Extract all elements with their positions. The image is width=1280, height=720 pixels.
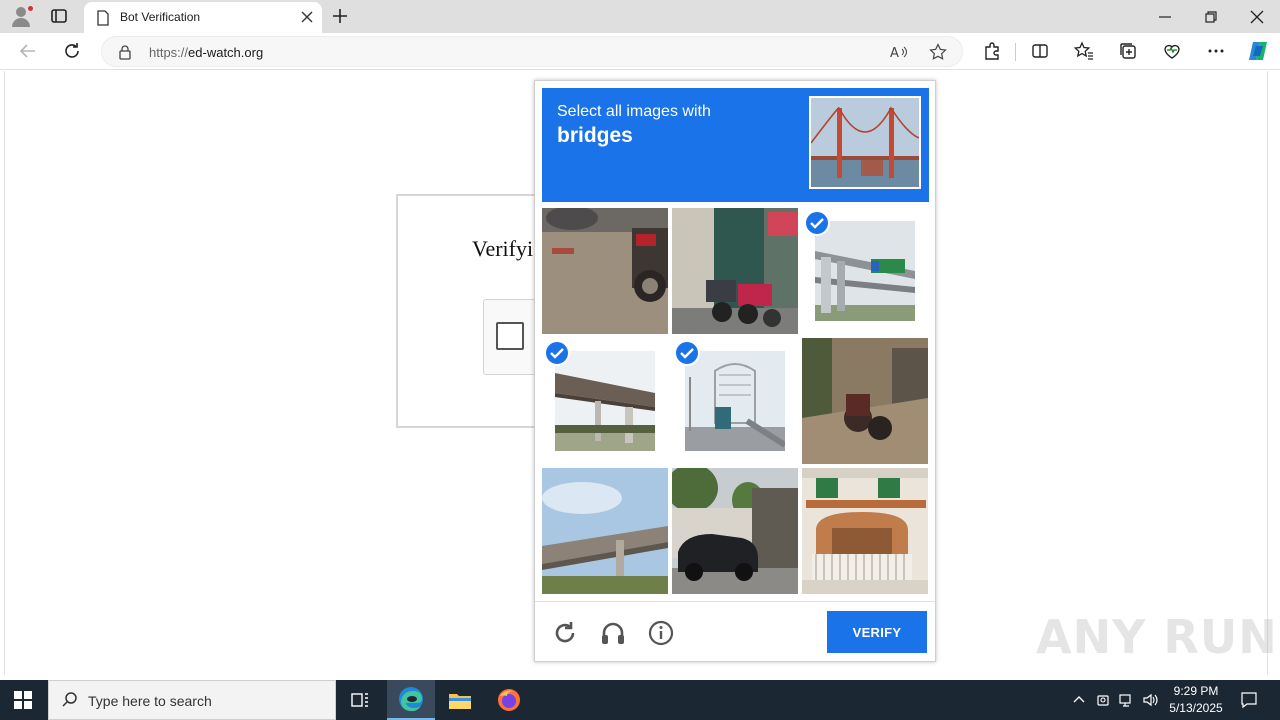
audio-challenge-icon[interactable] (599, 619, 627, 647)
chevron-up-icon[interactable] (1071, 692, 1087, 708)
task-view-icon[interactable] (346, 686, 374, 714)
profile-icon[interactable] (8, 4, 34, 28)
taskbar-search[interactable]: Type here to search (48, 680, 336, 720)
windows-start-icon[interactable] (14, 691, 32, 709)
svg-text:A: A (890, 46, 899, 60)
tab-actions-icon[interactable] (50, 7, 68, 25)
check-icon (804, 210, 830, 236)
back-icon[interactable] (18, 41, 38, 61)
image-tile[interactable] (672, 208, 798, 334)
performance-icon[interactable] (1162, 41, 1182, 61)
image-tile[interactable] (802, 208, 928, 334)
challenge-header: Select all images with bridges (542, 88, 929, 202)
info-icon[interactable] (647, 619, 675, 647)
edge-icon (399, 687, 423, 712)
favorites-icon[interactable] (1074, 41, 1094, 61)
check-icon (544, 340, 570, 366)
close-tab-icon[interactable] (300, 10, 314, 24)
minimize-icon[interactable] (1156, 8, 1174, 26)
more-icon[interactable] (1206, 41, 1226, 61)
challenge-keyword: bridges (557, 124, 633, 147)
notification-icon[interactable] (1240, 691, 1258, 709)
copilot-icon[interactable] (1246, 39, 1270, 63)
address-bar[interactable]: https://ed-watch.org A (101, 36, 963, 67)
restore-icon[interactable] (1202, 8, 1220, 26)
collections-icon[interactable] (1118, 41, 1138, 61)
new-tab-icon[interactable] (331, 7, 349, 25)
browser-tab-bar: Bot Verification (0, 0, 1280, 33)
extensions-icon[interactable] (982, 41, 1002, 61)
image-tile[interactable] (802, 468, 928, 594)
search-placeholder: Type here to search (88, 693, 212, 709)
check-icon (674, 340, 700, 366)
image-tile[interactable] (542, 338, 668, 464)
image-grid (542, 208, 930, 596)
clock-time: 9:29 PM (1173, 684, 1219, 698)
windows-taskbar: Type here to search 9:29 PM 5/13/2025 (0, 680, 1280, 720)
sample-image (809, 96, 921, 189)
captcha-checkbox[interactable] (496, 322, 524, 350)
image-tile[interactable] (542, 468, 668, 594)
footer-divider (535, 601, 935, 602)
anyrun-watermark: ANY RUN (1036, 610, 1278, 664)
close-window-icon[interactable] (1248, 8, 1266, 26)
search-icon (62, 692, 77, 707)
lock-icon[interactable] (118, 44, 132, 60)
challenge-prompt: Select all images with (557, 103, 711, 120)
verify-button[interactable]: VERIFY (827, 611, 927, 653)
read-aloud-icon[interactable]: A (890, 44, 908, 60)
image-tile[interactable] (802, 338, 928, 464)
tab-title: Bot Verification (120, 10, 201, 24)
tab-bot-verification[interactable]: Bot Verification (84, 2, 322, 33)
url-text: https://ed-watch.org (149, 45, 264, 60)
refresh-icon[interactable] (62, 41, 82, 61)
favorite-star-icon[interactable] (929, 43, 947, 61)
network-icon[interactable] (1119, 692, 1135, 708)
page-icon (97, 10, 109, 26)
image-tile[interactable] (542, 208, 668, 334)
captcha-challenge: Select all images with bridges VERIFY (534, 80, 936, 662)
browser-toolbar: https://ed-watch.org A (0, 33, 1280, 70)
firefox-icon[interactable] (495, 686, 523, 714)
page-heading: Verifyi (472, 236, 534, 261)
file-explorer-icon[interactable] (446, 686, 474, 714)
volume-icon[interactable] (1142, 692, 1158, 708)
image-tile[interactable] (672, 468, 798, 594)
taskbar-clock[interactable]: 9:29 PM 5/13/2025 (1160, 683, 1232, 717)
clock-date: 5/13/2025 (1169, 701, 1223, 715)
meet-now-icon[interactable] (1096, 692, 1112, 708)
image-tile[interactable] (672, 338, 798, 464)
toolbar-divider (1015, 43, 1016, 61)
taskbar-edge-active[interactable] (387, 680, 435, 720)
reload-challenge-icon[interactable] (551, 619, 579, 647)
split-screen-icon[interactable] (1030, 41, 1050, 61)
